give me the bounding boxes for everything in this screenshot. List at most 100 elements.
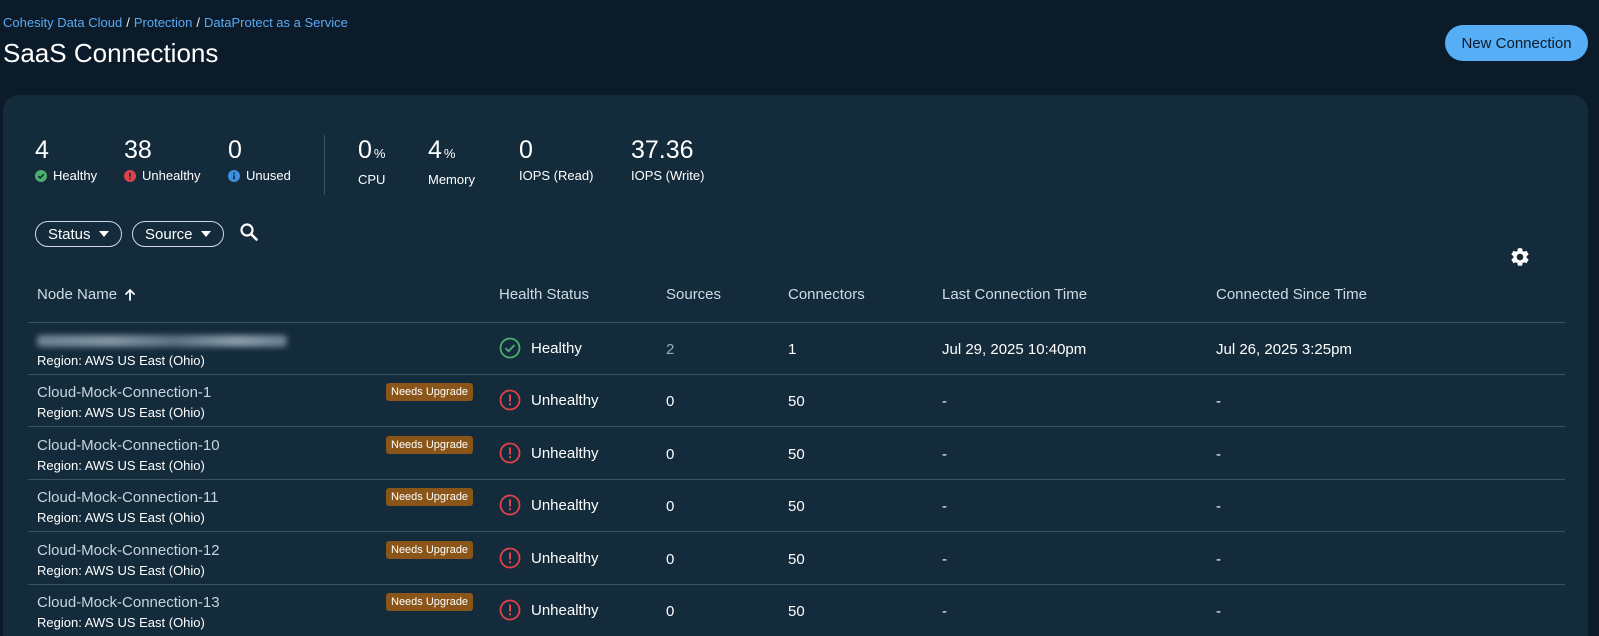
connectors-count: 50	[788, 393, 805, 410]
connected-since-time: -	[1216, 603, 1221, 620]
node-region: Region: AWS US East (Ohio)	[37, 510, 205, 525]
health-status-label: Unhealthy	[531, 391, 599, 409]
stat-unused-label: Unused	[246, 168, 291, 183]
page-title: SaaS Connections	[3, 38, 219, 68]
connected-since-time: -	[1216, 446, 1221, 463]
table-row[interactable]: Region: AWS US East (Ohio) Healthy 2 1 J…	[28, 323, 1565, 375]
status-filter-button[interactable]: Status	[35, 221, 122, 247]
connected-since-time: -	[1216, 393, 1221, 410]
last-connection-time: -	[942, 446, 947, 463]
stat-iops-write: 37.36 IOPS (Write)	[631, 135, 704, 183]
breadcrumb-separator: /	[196, 15, 201, 30]
connectors-count: 50	[788, 498, 805, 515]
node-name-link[interactable]: Cloud-Mock-Connection-1	[37, 384, 211, 401]
health-status: Unhealthy	[499, 494, 599, 516]
breadcrumb-dataprotect[interactable]: DataProtect as a Service	[204, 15, 348, 30]
stat-memory-label: Memory	[428, 172, 475, 187]
sources-count-link[interactable]: 2	[666, 341, 674, 358]
breadcrumb-protection[interactable]: Protection	[134, 15, 193, 30]
exclamation-circle-icon	[499, 547, 521, 569]
sources-count: 0	[666, 498, 675, 515]
last-connection-time: -	[942, 603, 947, 620]
table-row[interactable]: Cloud-Mock-Connection-11 Needs Upgrade R…	[28, 480, 1565, 532]
last-connection-time: -	[942, 498, 947, 515]
source-filter-label: Source	[145, 225, 193, 243]
health-status: Unhealthy	[499, 547, 599, 569]
stat-unhealthy-value: 38	[124, 136, 152, 164]
needs-upgrade-badge: Needs Upgrade	[386, 541, 474, 559]
exclamation-circle-icon	[499, 494, 521, 516]
health-status-label: Unhealthy	[531, 496, 599, 514]
exclamation-circle-icon	[499, 389, 521, 411]
stat-iops-read-label: IOPS (Read)	[519, 168, 594, 183]
source-filter-button[interactable]: Source	[132, 221, 224, 247]
info-circle-icon	[228, 169, 240, 182]
health-status: Unhealthy	[499, 599, 599, 621]
node-name-link[interactable]: Cloud-Mock-Connection-10	[37, 437, 220, 454]
needs-upgrade-badge: Needs Upgrade	[386, 383, 474, 401]
breadcrumb-separator: /	[126, 15, 130, 30]
breadcrumb-cohesity-data-cloud[interactable]: Cohesity Data Cloud	[3, 15, 122, 30]
sources-count: 0	[666, 393, 675, 410]
node-region: Region: AWS US East (Ohio)	[37, 563, 205, 578]
stat-iops-write-value: 37.36	[631, 136, 694, 164]
column-header-connectors[interactable]: Connectors	[788, 286, 865, 303]
table-row[interactable]: Cloud-Mock-Connection-10 Needs Upgrade R…	[28, 428, 1565, 480]
check-circle-icon	[499, 337, 521, 359]
new-connection-button[interactable]: New Connection	[1445, 25, 1588, 61]
gear-icon[interactable]	[1509, 246, 1531, 268]
column-header-last-connection-time[interactable]: Last Connection Time	[942, 286, 1087, 303]
last-connection-time: -	[942, 393, 947, 410]
caret-down-icon	[98, 231, 109, 237]
connectors-count: 50	[788, 551, 805, 568]
needs-upgrade-badge: Needs Upgrade	[386, 593, 474, 611]
table-row[interactable]: Cloud-Mock-Connection-1 Needs Upgrade Re…	[28, 375, 1565, 427]
connected-since-time: Jul 26, 2025 3:25pm	[1216, 341, 1352, 358]
stat-healthy[interactable]: 4 Healthy	[35, 135, 97, 183]
sources-count: 0	[666, 603, 675, 620]
health-status-label: Unhealthy	[531, 549, 599, 567]
column-header-node-name[interactable]: Node Name	[37, 286, 137, 303]
health-status: Healthy	[499, 337, 582, 359]
stat-memory: 4% Memory	[428, 135, 475, 187]
node-name-link[interactable]: Cloud-Mock-Connection-13	[37, 594, 220, 611]
stat-unhealthy-label: Unhealthy	[142, 168, 201, 183]
stat-iops-read: 0 IOPS (Read)	[519, 135, 593, 183]
stat-iops-write-label: IOPS (Write)	[631, 168, 705, 183]
health-status-label: Healthy	[531, 339, 582, 357]
stat-healthy-value: 4	[35, 136, 49, 164]
node-name-link[interactable]: Cloud-Mock-Connection-11	[37, 489, 218, 506]
stats-divider	[324, 135, 325, 195]
column-header-sources[interactable]: Sources	[666, 286, 721, 303]
stat-unhealthy[interactable]: 38 Unhealthy	[124, 135, 201, 183]
sources-count: 0	[666, 446, 675, 463]
connected-since-time: -	[1216, 498, 1221, 515]
health-status-label: Unhealthy	[531, 601, 599, 619]
stat-cpu-value: 0	[358, 136, 372, 164]
node-region: Region: AWS US East (Ohio)	[37, 615, 205, 630]
node-name-redacted	[37, 335, 287, 347]
table-row[interactable]: Cloud-Mock-Connection-12 Needs Upgrade R…	[28, 533, 1565, 585]
column-header-node-name-label: Node Name	[37, 286, 118, 303]
exclamation-circle-icon	[124, 169, 136, 182]
exclamation-circle-icon	[499, 599, 521, 621]
stat-cpu: 0% CPU	[358, 135, 385, 187]
table-row[interactable]: Cloud-Mock-Connection-13 Needs Upgrade R…	[28, 585, 1565, 636]
search-icon[interactable]	[239, 222, 259, 242]
stat-cpu-unit: %	[373, 146, 386, 161]
stat-healthy-label: Healthy	[53, 168, 98, 183]
node-region: Region: AWS US East (Ohio)	[37, 353, 205, 368]
column-header-connected-since-time[interactable]: Connected Since Time	[1216, 286, 1367, 303]
needs-upgrade-badge: Needs Upgrade	[386, 488, 474, 506]
arrow-up-icon	[125, 288, 135, 301]
sources-count: 0	[666, 551, 675, 568]
breadcrumb: Cohesity Data Cloud / Protection / DataProte…	[3, 15, 348, 30]
connections-panel: 4 Healthy 38 Unhealthy 0 Unused 0% CPU 4…	[3, 95, 1588, 636]
stat-memory-value: 4	[428, 136, 442, 164]
column-header-health-status[interactable]: Health Status	[499, 286, 589, 303]
connectors-count: 50	[788, 603, 805, 620]
stat-cpu-label: CPU	[358, 172, 386, 187]
last-connection-time: -	[942, 551, 947, 568]
node-name-link[interactable]: Cloud-Mock-Connection-12	[37, 542, 220, 559]
stat-unused[interactable]: 0 Unused	[228, 135, 291, 183]
